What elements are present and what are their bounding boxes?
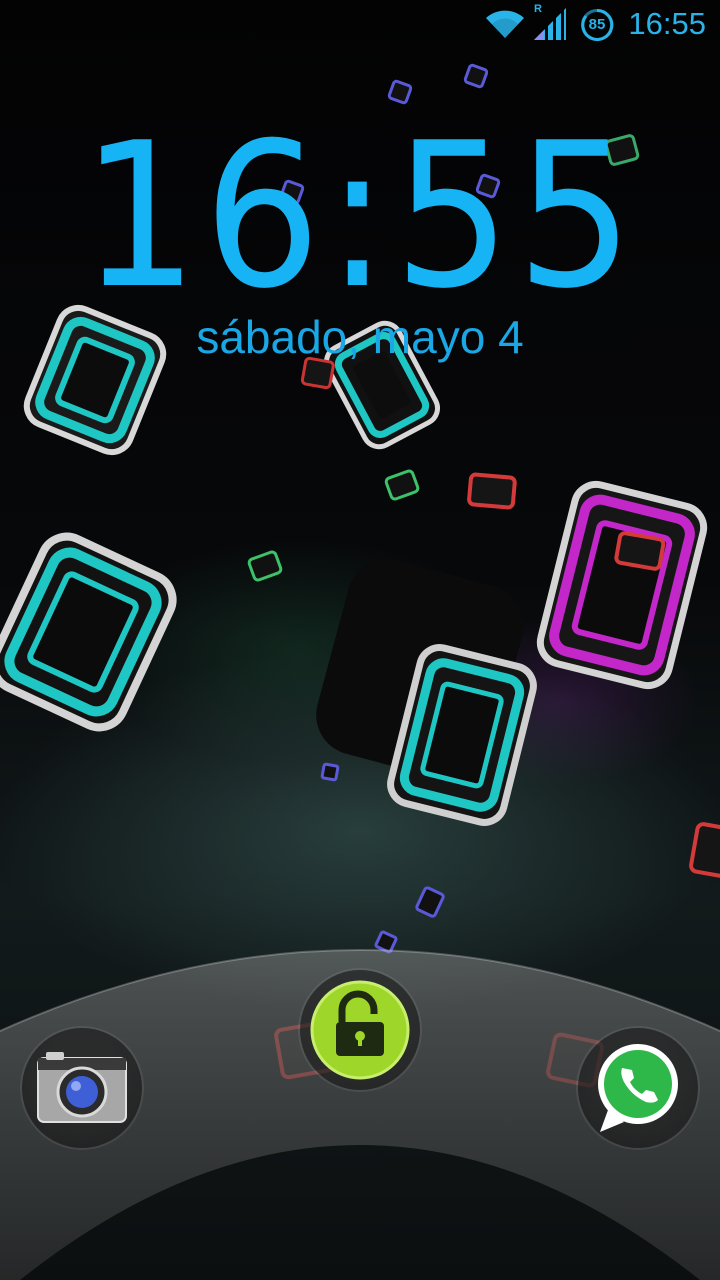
lockscreen-clock: 16:55 bbox=[81, 100, 639, 333]
unlock-handle[interactable] bbox=[300, 970, 420, 1090]
camera-icon bbox=[37, 1052, 127, 1123]
whatsapp-icon bbox=[598, 1044, 678, 1132]
status-bar: R 85 16:55 bbox=[0, 0, 720, 50]
battery-level: 85 bbox=[588, 16, 606, 33]
status-time: 16:55 bbox=[628, 6, 706, 41]
whatsapp-shortcut[interactable] bbox=[578, 1028, 698, 1148]
lockscreen-date: sábado, mayo 4 bbox=[196, 311, 524, 363]
wifi-icon bbox=[486, 10, 524, 38]
signal-icon bbox=[534, 8, 566, 40]
camera-shortcut[interactable] bbox=[22, 1028, 142, 1148]
unlock-icon bbox=[310, 980, 410, 1080]
